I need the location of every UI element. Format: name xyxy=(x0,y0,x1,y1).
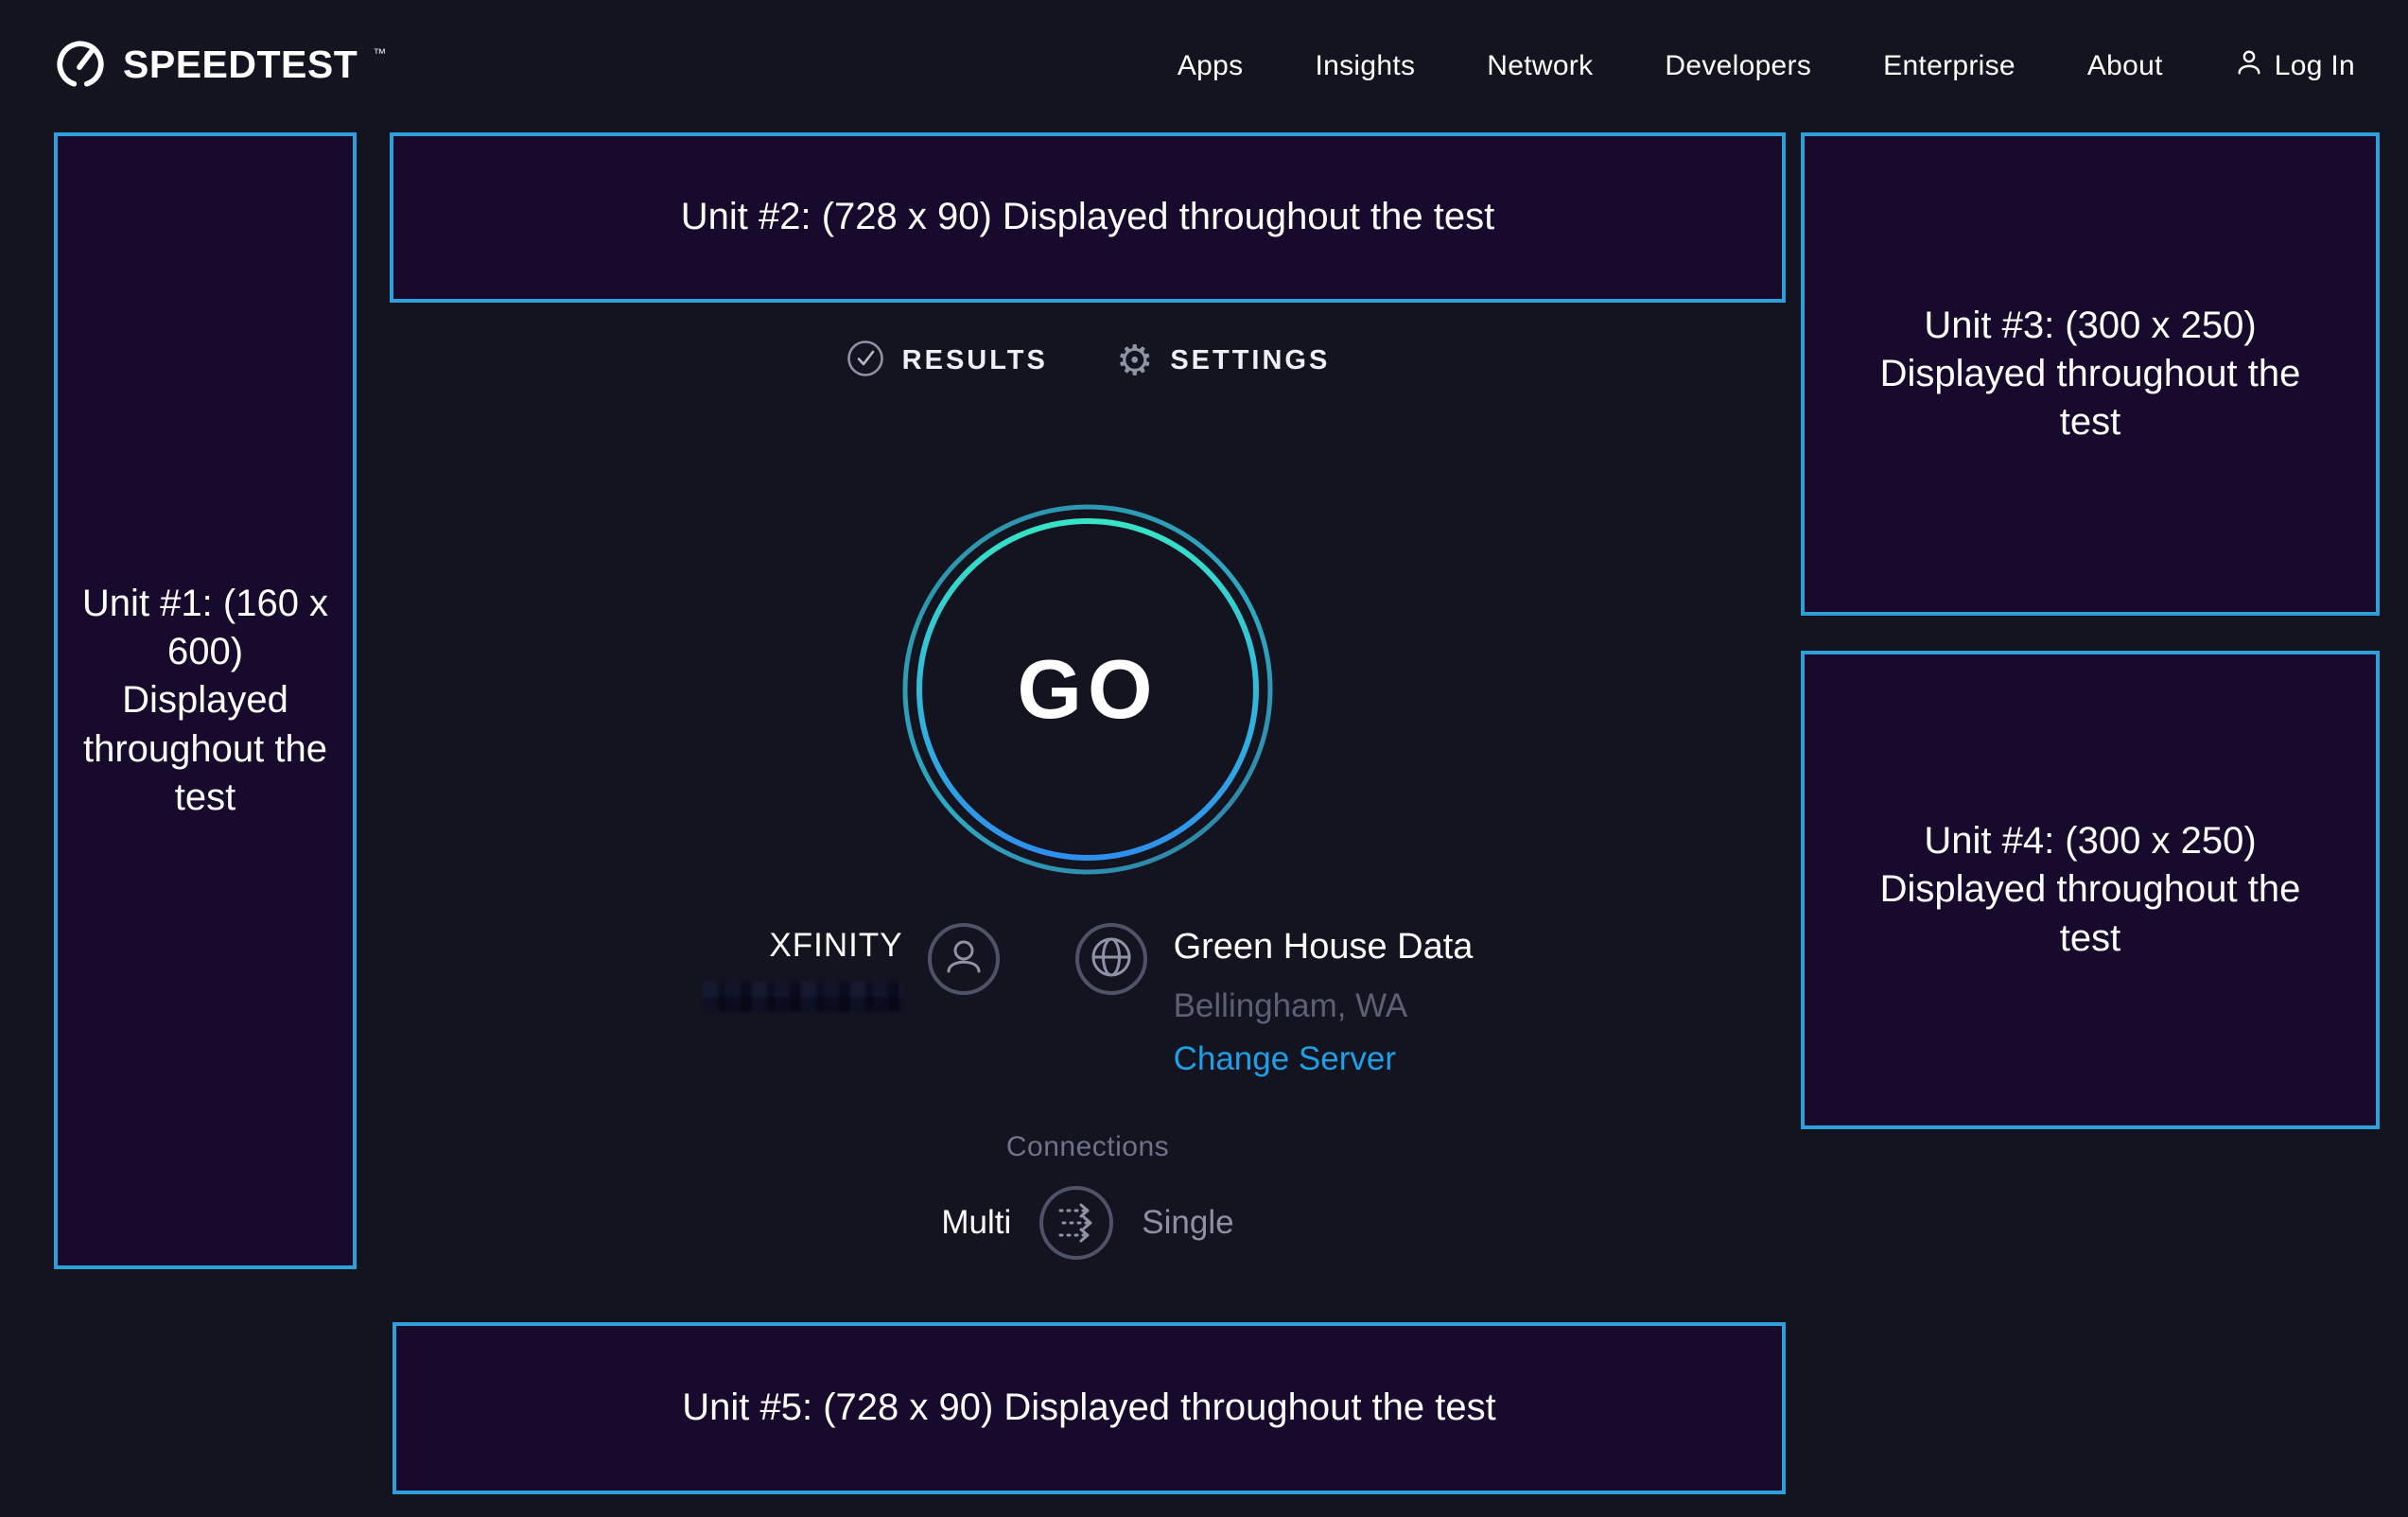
login-button[interactable]: Log In xyxy=(2235,48,2355,84)
mode-multi[interactable]: Multi xyxy=(941,1204,1011,1242)
server-location: Bellingham, WA xyxy=(1174,984,1474,1029)
header: SPEEDTEST ™ Apps Insights Network Develo… xyxy=(0,0,2408,132)
speedtest-page: { "header": { "logo": { "text": "SPEEDTE… xyxy=(0,0,2408,1517)
ad-unit-1-label: Unit #1: (160 x 600) Displayed throughou… xyxy=(80,580,330,822)
change-server-link[interactable]: Change Server xyxy=(1174,1037,1396,1082)
person-icon xyxy=(2235,48,2263,84)
connections-mode-row: Multi Single xyxy=(941,1184,1233,1262)
logo-trademark: ™ xyxy=(373,37,386,69)
nav-item-apps[interactable]: Apps xyxy=(1178,50,1244,82)
speedometer-gauge-icon xyxy=(53,37,108,96)
tabs-row: RESULTS ⚙ SETTINGS xyxy=(390,339,1786,383)
tab-results-label: RESULTS xyxy=(902,345,1048,376)
person-icon xyxy=(942,935,986,984)
ad-unit-2[interactable]: Unit #2: (728 x 90) Displayed throughout… xyxy=(390,132,1786,303)
ad-unit-4[interactable]: Unit #4: (300 x 250) Displayed throughou… xyxy=(1801,651,2380,1129)
connections-section: Connections Multi Single xyxy=(390,1131,1786,1262)
isp-name: XFINITY xyxy=(703,912,903,980)
multi-arrows-icon xyxy=(1060,1205,1091,1241)
server-name: Green House Data xyxy=(1174,915,1474,978)
connections-label: Connections xyxy=(390,1131,1786,1163)
tab-results[interactable]: RESULTS xyxy=(846,339,1048,383)
ad-unit-2-label: Unit #2: (728 x 90) Displayed throughout… xyxy=(681,193,1495,241)
nav-item-about[interactable]: About xyxy=(2087,50,2163,82)
server-icon-circle xyxy=(1075,923,1147,995)
ad-unit-1[interactable]: Unit #1: (160 x 600) Displayed throughou… xyxy=(54,132,357,1269)
go-button[interactable]: GO xyxy=(900,502,1275,877)
isp-block: XFINITY xyxy=(703,923,903,1017)
isp-icon-circle xyxy=(928,923,1000,995)
tab-settings-label: SETTINGS xyxy=(1170,345,1330,376)
speedtest-logo[interactable]: SPEEDTEST ™ xyxy=(53,37,386,96)
check-circle-icon xyxy=(846,339,885,383)
tab-settings[interactable]: ⚙ SETTINGS xyxy=(1116,339,1330,383)
nav-item-developers[interactable]: Developers xyxy=(1665,50,1811,82)
redacted-ip xyxy=(703,982,903,1012)
server-block: Green House Data Bellingham, WA Change S… xyxy=(1174,923,1474,1082)
nav-item-enterprise[interactable]: Enterprise xyxy=(1883,50,2015,82)
main-nav: Apps Insights Network Developers Enterpr… xyxy=(1178,48,2355,84)
ad-unit-3-label: Unit #3: (300 x 250) Displayed throughou… xyxy=(1871,302,2310,447)
ad-unit-5-label: Unit #5: (728 x 90) Displayed throughout… xyxy=(682,1384,1496,1432)
ad-unit-3[interactable]: Unit #3: (300 x 250) Displayed throughou… xyxy=(1801,132,2380,616)
ad-unit-4-label: Unit #4: (300 x 250) Displayed throughou… xyxy=(1871,817,2310,963)
globe-icon xyxy=(1089,934,1134,985)
ad-unit-5[interactable]: Unit #5: (728 x 90) Displayed throughout… xyxy=(393,1322,1786,1494)
logo-text: SPEEDTEST xyxy=(123,37,358,92)
nav-item-network[interactable]: Network xyxy=(1487,50,1593,82)
nav-item-insights[interactable]: Insights xyxy=(1315,50,1415,82)
go-label: GO xyxy=(900,502,1275,877)
connections-toggle[interactable] xyxy=(1038,1184,1115,1262)
connection-info-row: XFINITY Green House Data Bellingham, WA … xyxy=(390,923,1786,1082)
login-label: Log In xyxy=(2275,50,2355,82)
mode-single[interactable]: Single xyxy=(1142,1204,1233,1242)
gear-icon: ⚙ xyxy=(1116,340,1153,382)
